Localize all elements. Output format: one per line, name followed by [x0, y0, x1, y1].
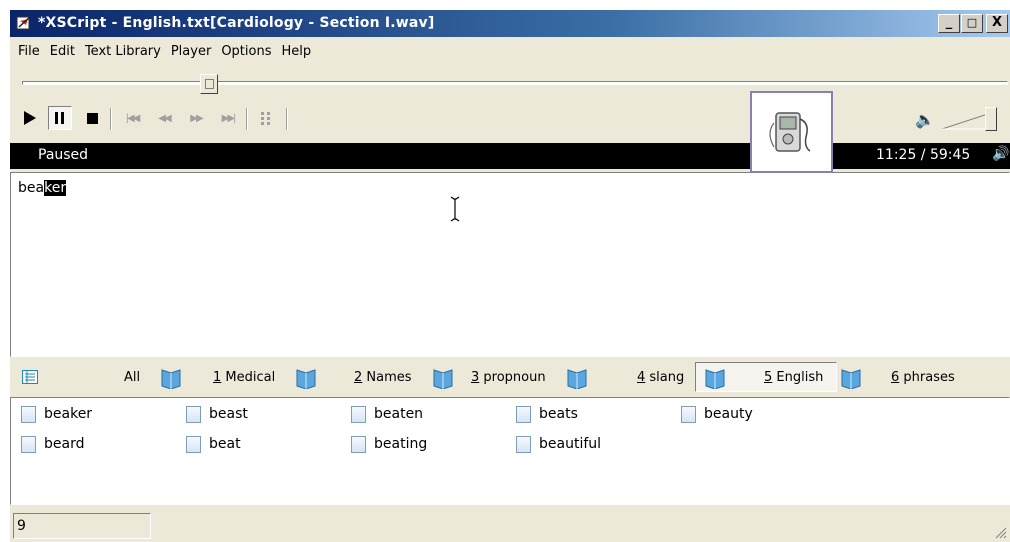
book-icon: [161, 369, 181, 389]
menu-edit[interactable]: Edit: [45, 42, 80, 64]
list-item[interactable]: beautiful: [516, 433, 601, 455]
list-item[interactable]: beats: [516, 403, 578, 425]
status-bar: 9: [10, 510, 1010, 542]
maximize-button[interactable]: □: [961, 14, 983, 33]
book-icon: [296, 369, 316, 389]
volume-slider-thumb[interactable]: [985, 107, 998, 131]
list-item[interactable]: beat: [186, 433, 241, 455]
menu-player[interactable]: Player: [166, 42, 216, 64]
playback-time: 11:25 / 59:45: [876, 147, 971, 163]
menu-text-library[interactable]: Text Library: [80, 42, 166, 64]
app-window: *XSCript - English.txt[Cardiology - Sect…: [10, 10, 1010, 542]
skip-end-button[interactable]: ▶▶|: [216, 106, 240, 130]
close-button[interactable]: X: [986, 14, 1008, 33]
window-title: *XSCript - English.txt[Cardiology - Sect…: [38, 15, 435, 31]
library-tabs: All 1 Medical 2 Names 3 propnoun 4 slang…: [10, 362, 1010, 394]
document-icon: [516, 435, 531, 453]
tab-phrases[interactable]: 6 phrases: [891, 370, 955, 385]
list-item[interactable]: beaten: [351, 403, 423, 425]
document-icon: [21, 435, 36, 453]
transcript-editor[interactable]: beaker: [10, 172, 1010, 357]
player-status-strip: Paused 11:25 / 59:45 🔊: [10, 143, 1010, 169]
media-player-image: [750, 91, 833, 173]
list-view-icon[interactable]: [22, 370, 38, 384]
document-icon: [21, 405, 36, 423]
resize-grip-icon[interactable]: [993, 525, 1007, 539]
minimize-button[interactable]: _: [938, 14, 960, 33]
toolbar-separator: [286, 108, 288, 130]
rewind-button[interactable]: ◀◀: [152, 106, 176, 130]
play-icon: [24, 111, 36, 125]
tab-all[interactable]: All: [124, 370, 140, 385]
editor-selection: ker: [44, 180, 67, 196]
skip-end-icon: ▶▶|: [221, 112, 237, 124]
media-player-icon: [769, 112, 811, 152]
stop-button[interactable]: [80, 106, 104, 130]
tab-medical[interactable]: 1 Medical: [213, 370, 275, 385]
title-bar[interactable]: *XSCript - English.txt[Cardiology - Sect…: [10, 10, 1010, 37]
document-icon: [186, 435, 201, 453]
volume-icon[interactable]: 🔈: [915, 110, 935, 129]
tab-slang[interactable]: 4 slang: [637, 370, 684, 385]
fast-forward-icon: ▶▶: [190, 112, 203, 124]
rewind-icon: ◀◀: [158, 112, 171, 124]
seek-slider-track[interactable]: [22, 81, 1008, 85]
list-item[interactable]: beating: [351, 433, 427, 455]
document-icon: [186, 405, 201, 423]
menu-help[interactable]: Help: [276, 42, 316, 64]
toolbar-separator: [246, 108, 248, 130]
editor-text: bea: [18, 180, 45, 196]
skip-start-button[interactable]: |◀◀: [120, 106, 144, 130]
tab-propnoun[interactable]: 3 propnoun: [471, 370, 546, 385]
toolbar-separator: [110, 108, 112, 130]
document-icon: [681, 405, 696, 423]
book-icon: [433, 369, 453, 389]
pause-button[interactable]: [48, 106, 72, 130]
menu-options[interactable]: Options: [216, 42, 276, 64]
document-icon: [351, 435, 366, 453]
marks-icon: [261, 112, 270, 125]
word-list[interactable]: beaker beard beast beat beaten beating b…: [10, 397, 1010, 505]
list-item[interactable]: beauty: [681, 403, 753, 425]
document-icon: [516, 405, 531, 423]
menu-bar: File Edit Text Library Player Options He…: [10, 42, 316, 64]
play-button[interactable]: [18, 106, 42, 130]
player-state: Paused: [38, 147, 89, 163]
book-icon: [841, 369, 861, 389]
book-icon: [705, 369, 725, 389]
transport-toolbar: |◀◀ ◀◀ ▶▶ ▶▶|: [10, 102, 1010, 136]
stop-icon: [86, 112, 98, 124]
list-item[interactable]: beast: [186, 403, 248, 425]
skip-start-icon: |◀◀: [125, 112, 141, 124]
list-item[interactable]: beaker: [21, 403, 92, 425]
pause-icon: [55, 112, 64, 124]
marks-button[interactable]: [254, 106, 278, 130]
tab-names[interactable]: 2 Names: [354, 370, 412, 385]
tab-english[interactable]: 5 English: [764, 370, 823, 385]
fast-forward-button[interactable]: ▶▶: [184, 106, 208, 130]
speaker-icon: 🔊: [992, 146, 1010, 162]
app-icon[interactable]: [16, 15, 32, 31]
editor-line: beaker: [18, 180, 67, 196]
book-icon: [567, 369, 587, 389]
seek-slider-thumb[interactable]: [200, 74, 219, 94]
text-cursor-icon: [450, 196, 460, 222]
item-count: 9: [13, 513, 151, 539]
document-icon: [351, 405, 366, 423]
list-item[interactable]: beard: [21, 433, 84, 455]
menu-file[interactable]: File: [10, 42, 45, 64]
